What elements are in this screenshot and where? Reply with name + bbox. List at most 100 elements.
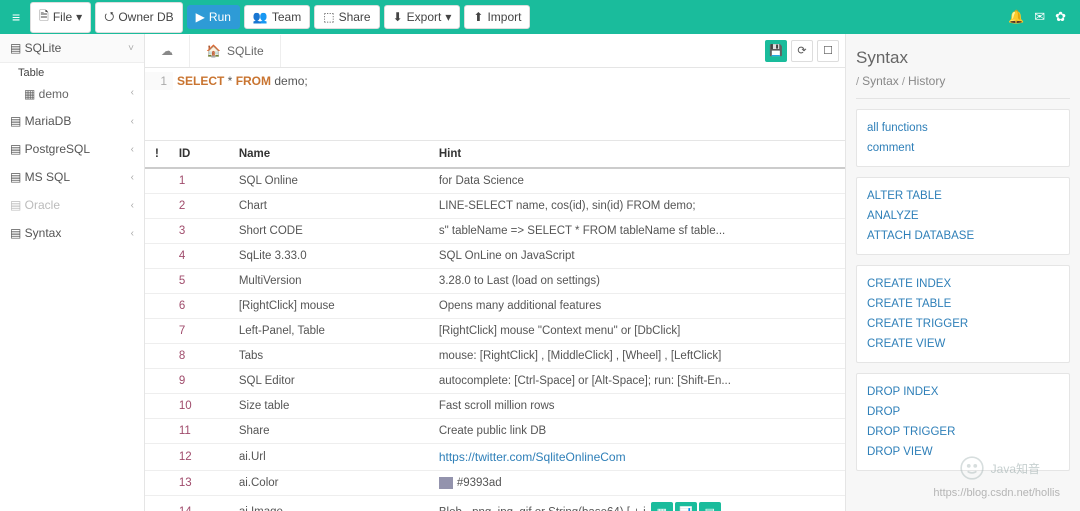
cell-id: 9: [169, 369, 229, 394]
save-sql-button[interactable]: 💾: [765, 40, 787, 62]
cell-hint: s" tableName => SELECT * FROM tableName …: [429, 219, 845, 244]
export-button[interactable]: ⬇ Export ▾: [384, 5, 461, 29]
sidebar-table-demo[interactable]: ▦ demo ‹: [0, 81, 144, 107]
table-row[interactable]: 14ai.ImageBlob - png, jpg, gif or String…: [145, 496, 845, 511]
cell-name: Short CODE: [229, 219, 429, 244]
syntax-link[interactable]: ATTACH DATABASE: [867, 226, 1059, 246]
tab-cloud[interactable]: ☁: [145, 35, 190, 67]
cell-hint: Opens many additional features: [429, 294, 845, 319]
cell-hint: 3.28.0 to Last (load on settings): [429, 269, 845, 294]
run-icon-button[interactable]: ▤: [699, 502, 721, 511]
database-icon: ▤: [10, 41, 25, 55]
crumb-history[interactable]: History: [908, 74, 945, 88]
sidebar-item-mariadb[interactable]: ▤ MariaDB‹: [0, 107, 144, 135]
caret-down-icon: ▾: [76, 10, 82, 24]
table-row[interactable]: 7Left-Panel, Table[RightClick] mouse "Co…: [145, 319, 845, 344]
cell-name: ai.Color: [229, 471, 429, 496]
cell-id: 6: [169, 294, 229, 319]
cell-hint: Fast scroll million rows: [429, 394, 845, 419]
db-icon: ▤: [10, 114, 25, 128]
syntax-link[interactable]: CREATE VIEW: [867, 334, 1059, 354]
sidebar-item-postgresql[interactable]: ▤ PostgreSQL‹: [0, 135, 144, 163]
syntax-link[interactable]: comment: [867, 138, 1059, 158]
syntax-link[interactable]: DROP INDEX: [867, 382, 1059, 402]
cell-id: 5: [169, 269, 229, 294]
syntax-link[interactable]: ANALYZE: [867, 206, 1059, 226]
cell-id: 4: [169, 244, 229, 269]
syntax-link[interactable]: CREATE TRIGGER: [867, 314, 1059, 334]
syntax-link[interactable]: DROP: [867, 402, 1059, 422]
color-swatch: [439, 477, 453, 489]
editor-content[interactable]: SELECT * FROM demo;: [173, 72, 312, 90]
table-row[interactable]: 3Short CODEs" tableName => SELECT * FROM…: [145, 219, 845, 244]
syntax-link[interactable]: DROP TRIGGER: [867, 422, 1059, 442]
table-row[interactable]: 1SQL Onlinefor Data Science: [145, 168, 845, 194]
cell-id: 13: [169, 471, 229, 496]
run-button[interactable]: ▶ Run: [187, 5, 240, 29]
cell-name: [RightClick] mouse: [229, 294, 429, 319]
import-button[interactable]: ⬆ Import: [464, 5, 530, 29]
cell-name: Tabs: [229, 344, 429, 369]
sidebar-item-syntax[interactable]: ▤ Syntax‹: [0, 219, 144, 247]
home-icon: 🏠: [206, 44, 221, 58]
table-row[interactable]: 12ai.Url https://twitter.com/SqliteOnline…: [145, 444, 845, 471]
chevron-left-icon: ‹: [131, 200, 134, 211]
db-icon: ▤: [10, 226, 25, 240]
gear-icon[interactable]: ✿: [1055, 9, 1066, 25]
syntax-link[interactable]: ALTER TABLE: [867, 186, 1059, 206]
syntax-link[interactable]: CREATE TABLE: [867, 294, 1059, 314]
table-row[interactable]: 6[RightClick] mouseOpens many additional…: [145, 294, 845, 319]
team-icon: 👥: [253, 10, 268, 24]
chevron-left-icon: ‹: [131, 144, 134, 155]
cell-id: 12: [169, 444, 229, 471]
share-button[interactable]: ⬚ Share: [314, 5, 379, 29]
owner-db-button[interactable]: ⭯ Owner DB: [95, 2, 182, 33]
syntax-link[interactable]: CREATE INDEX: [867, 274, 1059, 294]
share-icon: ⬚: [323, 10, 334, 24]
cell-hint: Blob - png, jpg, gif or String(base64) […: [429, 496, 845, 511]
new-tab-button[interactable]: ☐: [817, 40, 839, 62]
cell-hint: mouse: [RightClick] , [MiddleClick] , [W…: [429, 344, 845, 369]
sidebar-item-sqlite[interactable]: ▤ SQLite ˅: [0, 34, 144, 63]
db-icon: ▤: [10, 142, 25, 156]
file-icon: 🗎: [39, 7, 49, 28]
table-row[interactable]: 8Tabsmouse: [RightClick] , [MiddleClick]…: [145, 344, 845, 369]
tab-sqlite[interactable]: 🏠SQLite: [190, 35, 281, 67]
syntax-link[interactable]: all functions: [867, 118, 1059, 138]
cell-name: SqLite 3.33.0: [229, 244, 429, 269]
cell-id: 1: [169, 168, 229, 194]
sidebar-item-oracle[interactable]: ▤ Oracle‹: [0, 191, 144, 219]
cell-name: ai.Url: [229, 444, 429, 471]
team-button[interactable]: 👥 Team: [244, 5, 310, 29]
results-panel: ! ID Name Hint 1SQL Onlinefor Data Scien…: [145, 141, 845, 511]
watermark-url: https://blog.csdn.net/hollis: [933, 487, 1060, 499]
hamburger-icon[interactable]: ≡: [6, 9, 26, 25]
file-button[interactable]: 🗎 File ▾: [30, 2, 91, 33]
cell-hint: LINE-SELECT name, cos(id), sin(id) FROM …: [429, 194, 845, 219]
notify-icon[interactable]: 🔔: [1008, 9, 1024, 25]
mail-icon[interactable]: ✉: [1034, 9, 1045, 25]
table-row[interactable]: 2ChartLINE-SELECT name, cos(id), sin(id)…: [145, 194, 845, 219]
refresh-button[interactable]: ⟳: [791, 40, 813, 62]
sql-editor[interactable]: 1 SELECT * FROM demo;: [145, 68, 845, 141]
table-icon-button[interactable]: ▦: [651, 502, 673, 511]
owner-label: Owner DB: [118, 10, 173, 24]
chevron-left-icon: ‹: [131, 87, 134, 101]
table-row[interactable]: 11ShareCreate public link DB: [145, 419, 845, 444]
table-row[interactable]: 5MultiVersion3.28.0 to Last (load on set…: [145, 269, 845, 294]
topbar: ≡ 🗎 File ▾ ⭯ Owner DB ▶ Run 👥 Team ⬚ Sha…: [0, 0, 1080, 34]
table-row[interactable]: 9SQL Editorautocomplete: [Ctrl-Space] or…: [145, 369, 845, 394]
col-hint[interactable]: Hint: [429, 141, 845, 168]
col-name[interactable]: Name: [229, 141, 429, 168]
table-row[interactable]: 10Size tableFast scroll million rows: [145, 394, 845, 419]
table-row[interactable]: 13ai.Color#9393ad: [145, 471, 845, 496]
col-id[interactable]: ID: [169, 141, 229, 168]
hint-link[interactable]: https://twitter.com/SqliteOnlineCom: [439, 450, 626, 464]
crumb-syntax[interactable]: Syntax: [862, 74, 899, 88]
sidebar-item-mssql[interactable]: ▤ MS SQL‹: [0, 163, 144, 191]
file-label: File: [53, 10, 72, 24]
table-row[interactable]: 4SqLite 3.33.0SQL OnLine on JavaScript: [145, 244, 845, 269]
cell-hint: Create public link DB: [429, 419, 845, 444]
chart-icon-button[interactable]: 📊: [675, 502, 697, 511]
syntax-panel: Syntax / Syntax / History all functionsc…: [846, 34, 1080, 511]
